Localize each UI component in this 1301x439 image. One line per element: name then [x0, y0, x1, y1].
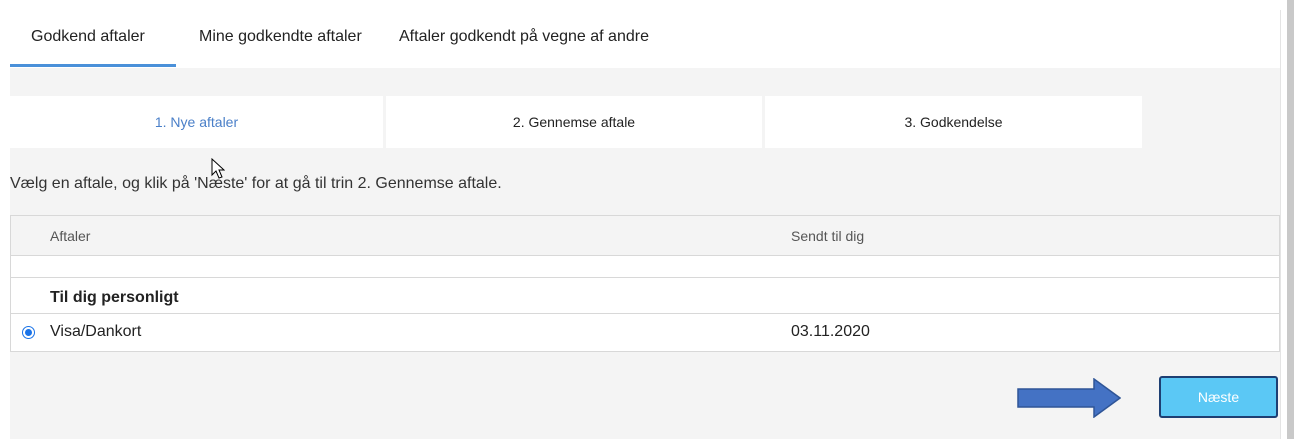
column-header-aftaler: Aftaler — [50, 228, 91, 244]
table-spacer-row — [11, 256, 1279, 278]
tab-bar: Godkend aftaler Mine godkendte aftaler A… — [10, 0, 1280, 68]
wizard-step-3[interactable]: 3. Godkendelse — [765, 96, 1142, 148]
scrollbar-thumb[interactable] — [1287, 0, 1294, 439]
mouse-pointer-icon — [211, 158, 225, 179]
row-radio-button[interactable] — [22, 326, 35, 339]
scrollbar-divider — [1280, 10, 1281, 439]
wizard-step-2[interactable]: 2. Gennemse aftale — [386, 96, 762, 148]
wizard-step-1[interactable]: 1. Nye aftaler — [10, 96, 383, 148]
table-row[interactable]: Visa/Dankort 03.11.2020 — [11, 314, 1279, 351]
next-button[interactable]: Næste — [1159, 376, 1278, 418]
table-group-row: Til dig personligt — [11, 278, 1279, 314]
active-tab-indicator — [10, 64, 176, 67]
row-agreement-name: Visa/Dankort — [50, 323, 142, 340]
column-header-sendt-til-dig: Sendt til dig — [791, 228, 865, 244]
arrow-right-icon — [1017, 378, 1121, 418]
agreements-table: Aftaler Sendt til dig Til dig personligt… — [10, 215, 1280, 352]
radio-selected-dot — [25, 329, 32, 336]
table-header: Aftaler Sendt til dig — [11, 216, 1279, 256]
row-sent-date: 03.11.2020 — [791, 323, 870, 340]
instruction-text: Vælg en aftale, og klik på 'Næste' for a… — [10, 175, 502, 192]
tab-aftaler-godkendt-paa-vegne[interactable]: Aftaler godkendt på vegne af andre — [399, 28, 649, 68]
group-label: Til dig personligt — [50, 289, 179, 306]
tab-mine-godkendte-aftaler[interactable]: Mine godkendte aftaler — [199, 28, 362, 68]
tab-godkend-aftaler[interactable]: Godkend aftaler — [31, 28, 145, 68]
